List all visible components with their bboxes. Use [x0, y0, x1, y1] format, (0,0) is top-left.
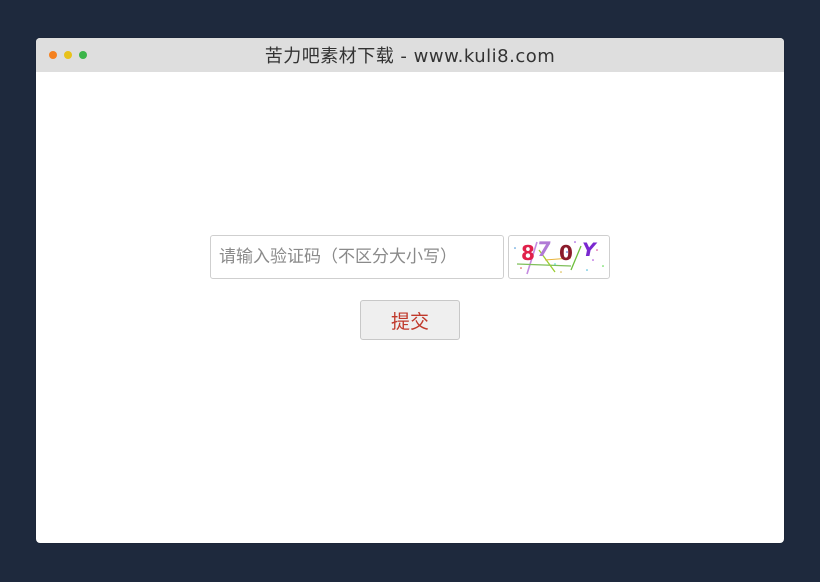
captcha-char: 7 [535, 237, 552, 261]
browser-window: 苦力吧素材下载 - www.kuli8.com 请输入验证码（不区分大小写） 8… [36, 38, 784, 543]
window-controls [49, 51, 87, 59]
captcha-image[interactable]: 8 7 0 Y [508, 235, 610, 279]
page-content: 8 7 0 Y 提交 [36, 72, 784, 543]
maximize-dot-icon[interactable] [79, 51, 87, 59]
captcha-input[interactable] [210, 235, 504, 279]
captcha-char: 0 [559, 241, 573, 265]
window-titlebar: 苦力吧素材下载 - www.kuli8.com [36, 38, 784, 72]
captcha-char: 8 [521, 241, 535, 265]
minimize-dot-icon[interactable] [64, 51, 72, 59]
close-dot-icon[interactable] [49, 51, 57, 59]
window-title: 苦力吧素材下载 - www.kuli8.com [264, 46, 556, 67]
submit-button[interactable]: 提交 [360, 300, 460, 340]
captcha-svg: 8 7 0 Y [514, 237, 604, 275]
captcha-char: Y [582, 239, 598, 261]
